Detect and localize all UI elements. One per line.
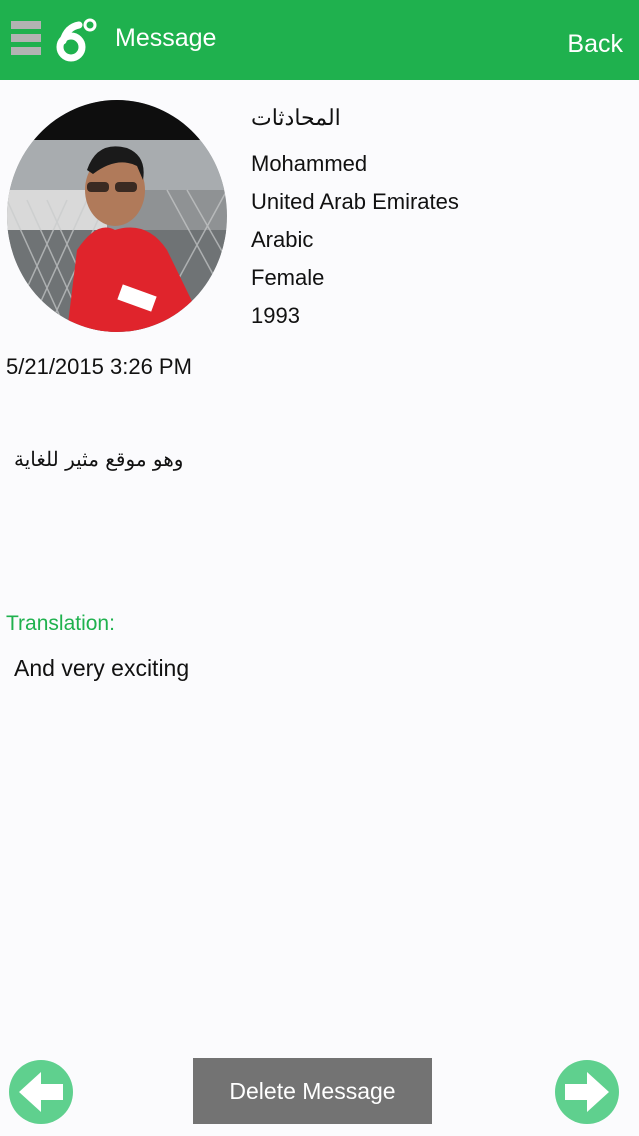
profile-photo [7, 100, 227, 332]
message-timestamp: 5/21/2015 3:26 PM [6, 354, 192, 379]
arrow-right-icon [565, 1072, 609, 1112]
profile-arabic-name: المحادثات [251, 106, 341, 131]
translation-label: Translation: [6, 612, 115, 635]
previous-message-button[interactable] [9, 1060, 73, 1124]
back-button[interactable]: Back [567, 30, 623, 59]
top-bar: Message Back [0, 0, 639, 80]
profile-birth-year: 1993 [251, 303, 300, 328]
delete-message-button[interactable]: Delete Message [193, 1058, 432, 1124]
hamburger-menu-icon[interactable] [11, 21, 41, 59]
avatar [7, 100, 227, 332]
profile-gender: Female [251, 265, 325, 290]
app-logo-icon [56, 18, 97, 62]
arrow-left-icon [19, 1072, 63, 1112]
profile-country: United Arab Emirates [251, 189, 459, 214]
page-title: Message [115, 24, 217, 52]
next-message-button[interactable] [555, 1060, 619, 1124]
translation-text: And very exciting [14, 655, 190, 681]
profile-language: Arabic [251, 227, 314, 252]
profile-name: Mohammed [251, 151, 368, 176]
message-text: وهو موقع مثير للغاية [14, 447, 184, 471]
